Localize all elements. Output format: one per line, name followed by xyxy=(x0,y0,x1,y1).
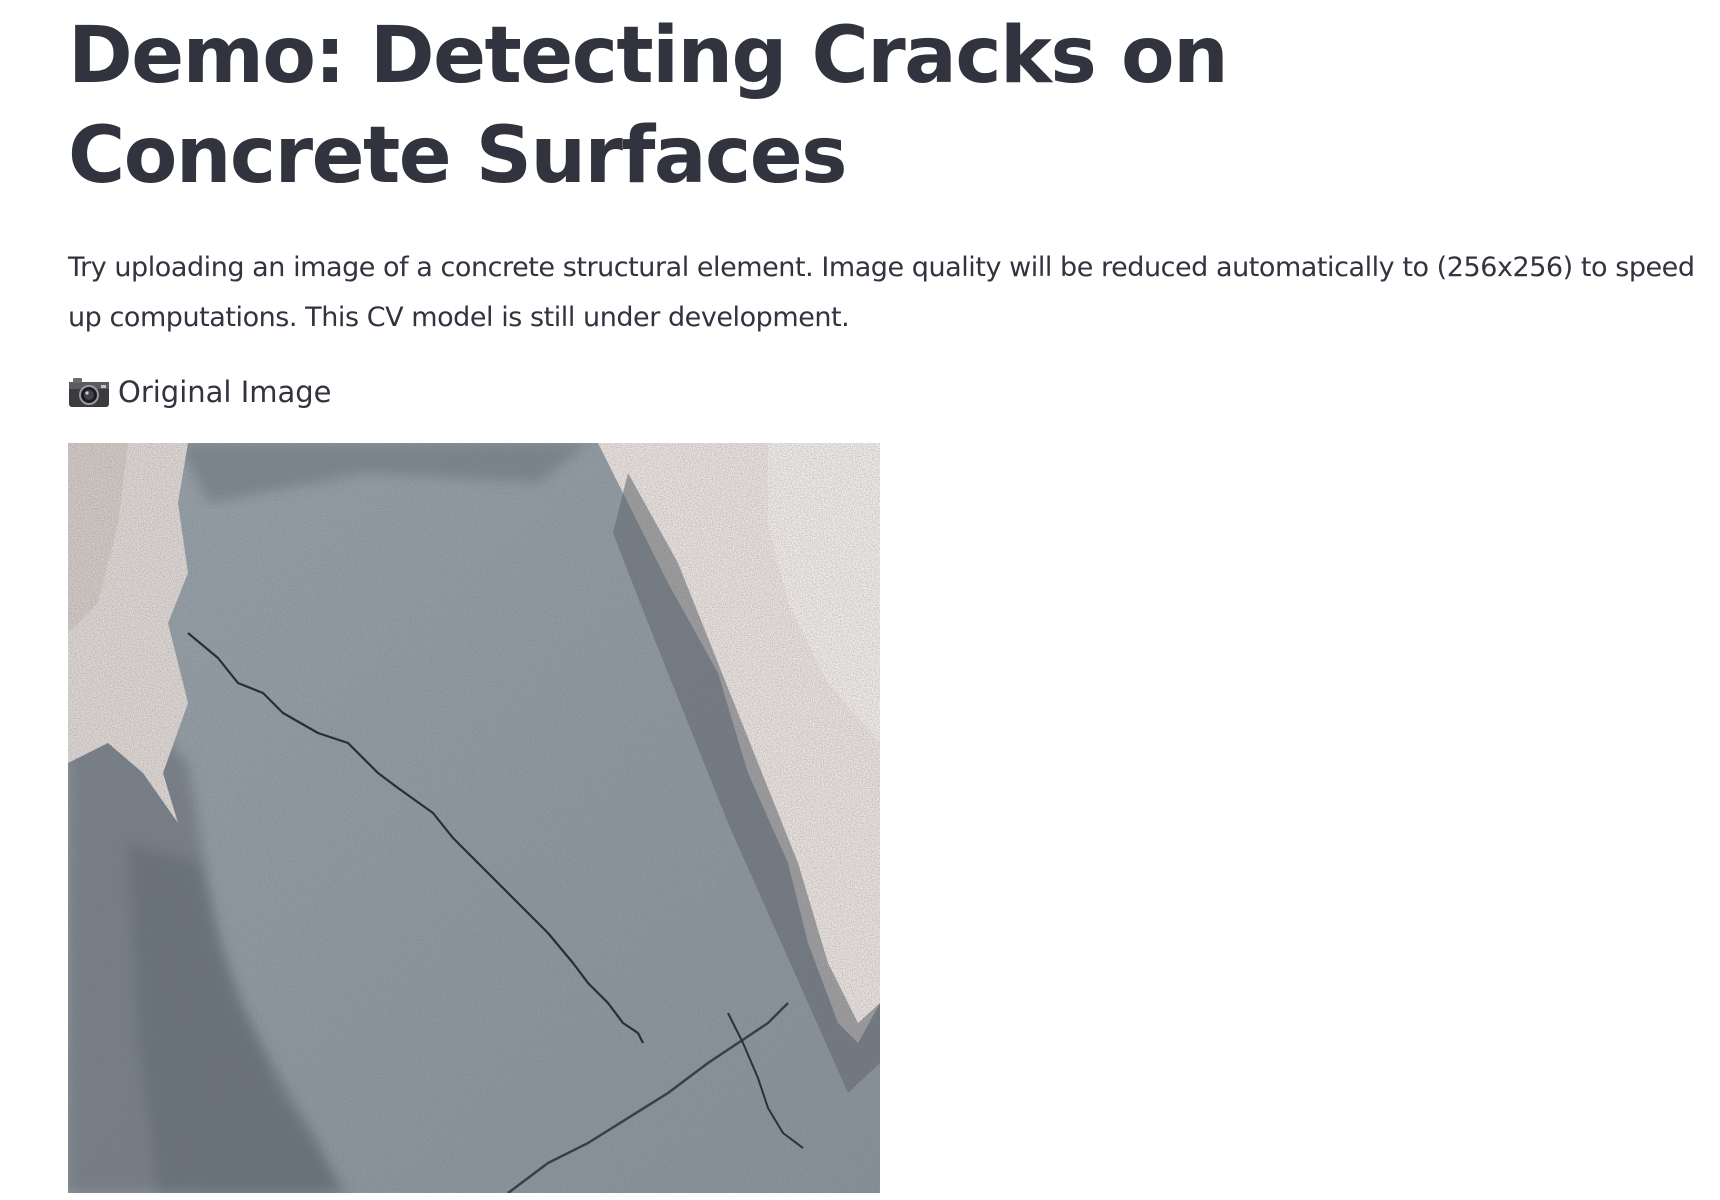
main-content: Demo: Detecting Cracks on Concrete Surfa… xyxy=(68,0,1708,1193)
intro-text: Try uploading an image of a concrete str… xyxy=(68,252,1695,333)
camera-icon xyxy=(68,376,110,408)
original-image-label: Original Image xyxy=(68,371,1708,413)
page-title: Demo: Detecting Cracks on Concrete Surfa… xyxy=(68,11,1229,201)
original-image-caption: Original Image xyxy=(118,375,332,409)
original-image xyxy=(68,443,880,1193)
